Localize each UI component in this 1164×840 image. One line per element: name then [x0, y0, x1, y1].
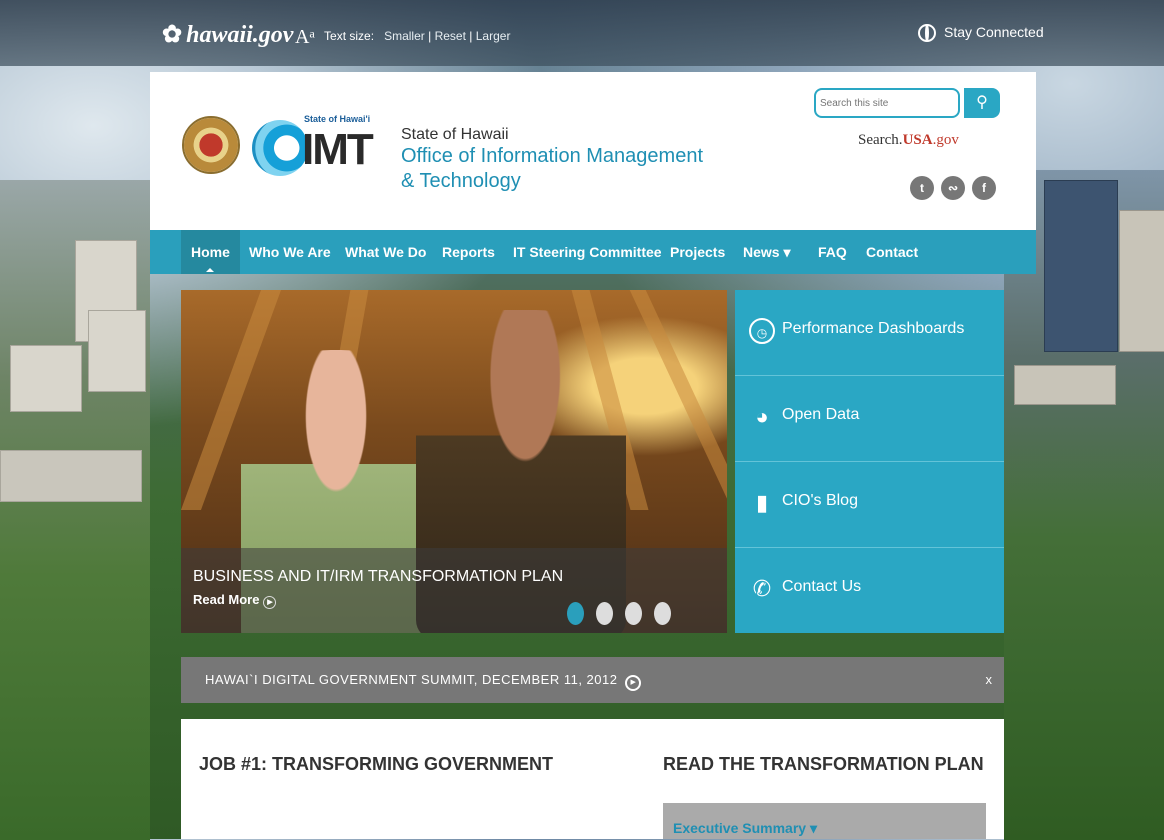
section-heading-transforming-government: JOB #1: TRANSFORMING GOVERNMENT [199, 754, 554, 774]
search-input[interactable] [814, 88, 960, 118]
imt-logo-caption: State of Hawai'i [304, 114, 371, 124]
tile-label: CIO's Blog [782, 492, 858, 509]
stay-connected-link[interactable]: Stay Connected [918, 24, 1044, 42]
pie-chart-icon: ◕ [755, 404, 769, 429]
globe-icon [918, 24, 936, 42]
tile-performance-dashboards[interactable]: ◷ Performance Dashboards [735, 290, 1004, 376]
hero-caption-title: BUSINESS AND IT/IRM TRANSFORMATION PLAN [193, 568, 564, 585]
search-usa-gov-link[interactable]: Search.USA.gov [858, 132, 959, 149]
slider-dot-4[interactable] [654, 602, 671, 625]
twitter-icon[interactable]: t [910, 176, 934, 200]
background-scenery-left [0, 180, 150, 840]
imt-logo-text: IMT [302, 125, 374, 174]
announcement-link[interactable]: HAWAI`I DIGITAL GOVERNMENT SUMMIT, DECEM… [205, 672, 642, 691]
close-announcement-button[interactable]: x [986, 672, 993, 687]
tile-cios-blog[interactable]: ▮ CIO's Blog [735, 462, 1004, 548]
executive-summary-dropdown[interactable]: Executive Summary ▾ [663, 803, 986, 839]
tile-contact-us[interactable]: ✆ Contact Us [735, 548, 1004, 634]
ceiling-beam [629, 290, 727, 510]
state-seal-logo [182, 116, 240, 174]
top-bar: ✿ hawaii.gov Aᵃ Text size: Smaller | Rese… [0, 0, 1164, 66]
executive-summary-label: Executive Summary ▾ [673, 820, 817, 836]
content-panel: JOB #1: TRANSFORMING GOVERNMENT READ THE… [181, 719, 1004, 839]
text-reset-link[interactable]: Reset [435, 29, 466, 43]
tile-label: Performance Dashboards [782, 320, 965, 337]
search-button[interactable]: ⚲ [964, 88, 1000, 118]
nav-item-reports[interactable]: Reports [442, 230, 495, 274]
rss-icon[interactable]: ∾ [941, 176, 965, 200]
tile-open-data[interactable]: ◕ Open Data [735, 376, 1004, 462]
org-office-title: Office of Information Management & Techn… [401, 145, 704, 192]
phone-icon: ✆ [752, 576, 772, 601]
text-size-controls: Aᵃ Text size: Smaller | Reset | Larger [295, 26, 510, 49]
text-size-icon: Aᵃ [295, 26, 315, 48]
nav-item-it-steering-committee[interactable]: IT Steering Committee [513, 230, 662, 274]
hero-slider[interactable]: BUSINESS AND IT/IRM TRANSFORMATION PLAN … [181, 290, 727, 633]
slider-dot-1[interactable] [567, 602, 584, 625]
hawaii-gov-logo[interactable]: ✿ hawaii.gov [162, 20, 293, 49]
arrow-circle-icon: ▶ [263, 596, 277, 609]
nav-item-contact[interactable]: Contact [866, 230, 918, 274]
main-container: State of Hawai'i IMT State of Hawaii Off… [150, 72, 1036, 839]
org-state-label: State of Hawaii [401, 126, 509, 143]
organization-name: State of Hawaii Office of Information Ma… [401, 126, 721, 194]
speech-bubble-icon: ▮ [755, 490, 769, 515]
clock-icon: ◷ [749, 318, 775, 344]
separator: | [428, 29, 432, 43]
text-smaller-link[interactable]: Smaller [384, 29, 425, 43]
slider-dot-2[interactable] [596, 602, 613, 625]
nav-item-projects[interactable]: Projects [670, 230, 725, 274]
section-heading-transformation-plan: READ THE TRANSFORMATION PLAN [663, 754, 984, 774]
slider-dot-3[interactable] [625, 602, 642, 625]
read-more-link[interactable]: Read More ▶ [193, 592, 277, 609]
announcement-banner: HAWAI`I DIGITAL GOVERNMENT SUMMIT, DECEM… [181, 657, 1004, 703]
nav-item-faq[interactable]: FAQ [818, 230, 847, 274]
imt-logo[interactable]: State of Hawai'i IMT [252, 114, 374, 178]
text-size-label: Text size: [324, 29, 375, 43]
hibiscus-icon: ✿ [162, 22, 183, 48]
nav-item-what-we-do[interactable]: What We Do [345, 230, 426, 274]
nav-item-who-we-are[interactable]: Who We Are [249, 230, 331, 274]
imt-swirl-icon [252, 120, 308, 176]
nav-item-news[interactable]: News ▾ [743, 230, 791, 274]
search-icon: ⚲ [976, 94, 988, 111]
separator: | [469, 29, 473, 43]
site-header: State of Hawai'i IMT State of Hawaii Off… [150, 72, 1036, 230]
main-navigation: Home Who We Are What We Do Reports IT St… [150, 230, 1036, 274]
slider-dots [567, 602, 683, 630]
tile-label: Contact Us [782, 578, 862, 595]
social-links: t ∾ f [910, 176, 1003, 200]
tile-label: Open Data [782, 406, 860, 423]
quick-links-panel: ◷ Performance Dashboards ◕ Open Data ▮ C… [735, 290, 1004, 633]
nav-item-home[interactable]: Home [181, 230, 240, 274]
facebook-icon[interactable]: f [972, 176, 996, 200]
site-search: ⚲ [814, 88, 1000, 118]
arrow-circle-icon: ▶ [625, 675, 642, 691]
text-larger-link[interactable]: Larger [476, 29, 511, 43]
